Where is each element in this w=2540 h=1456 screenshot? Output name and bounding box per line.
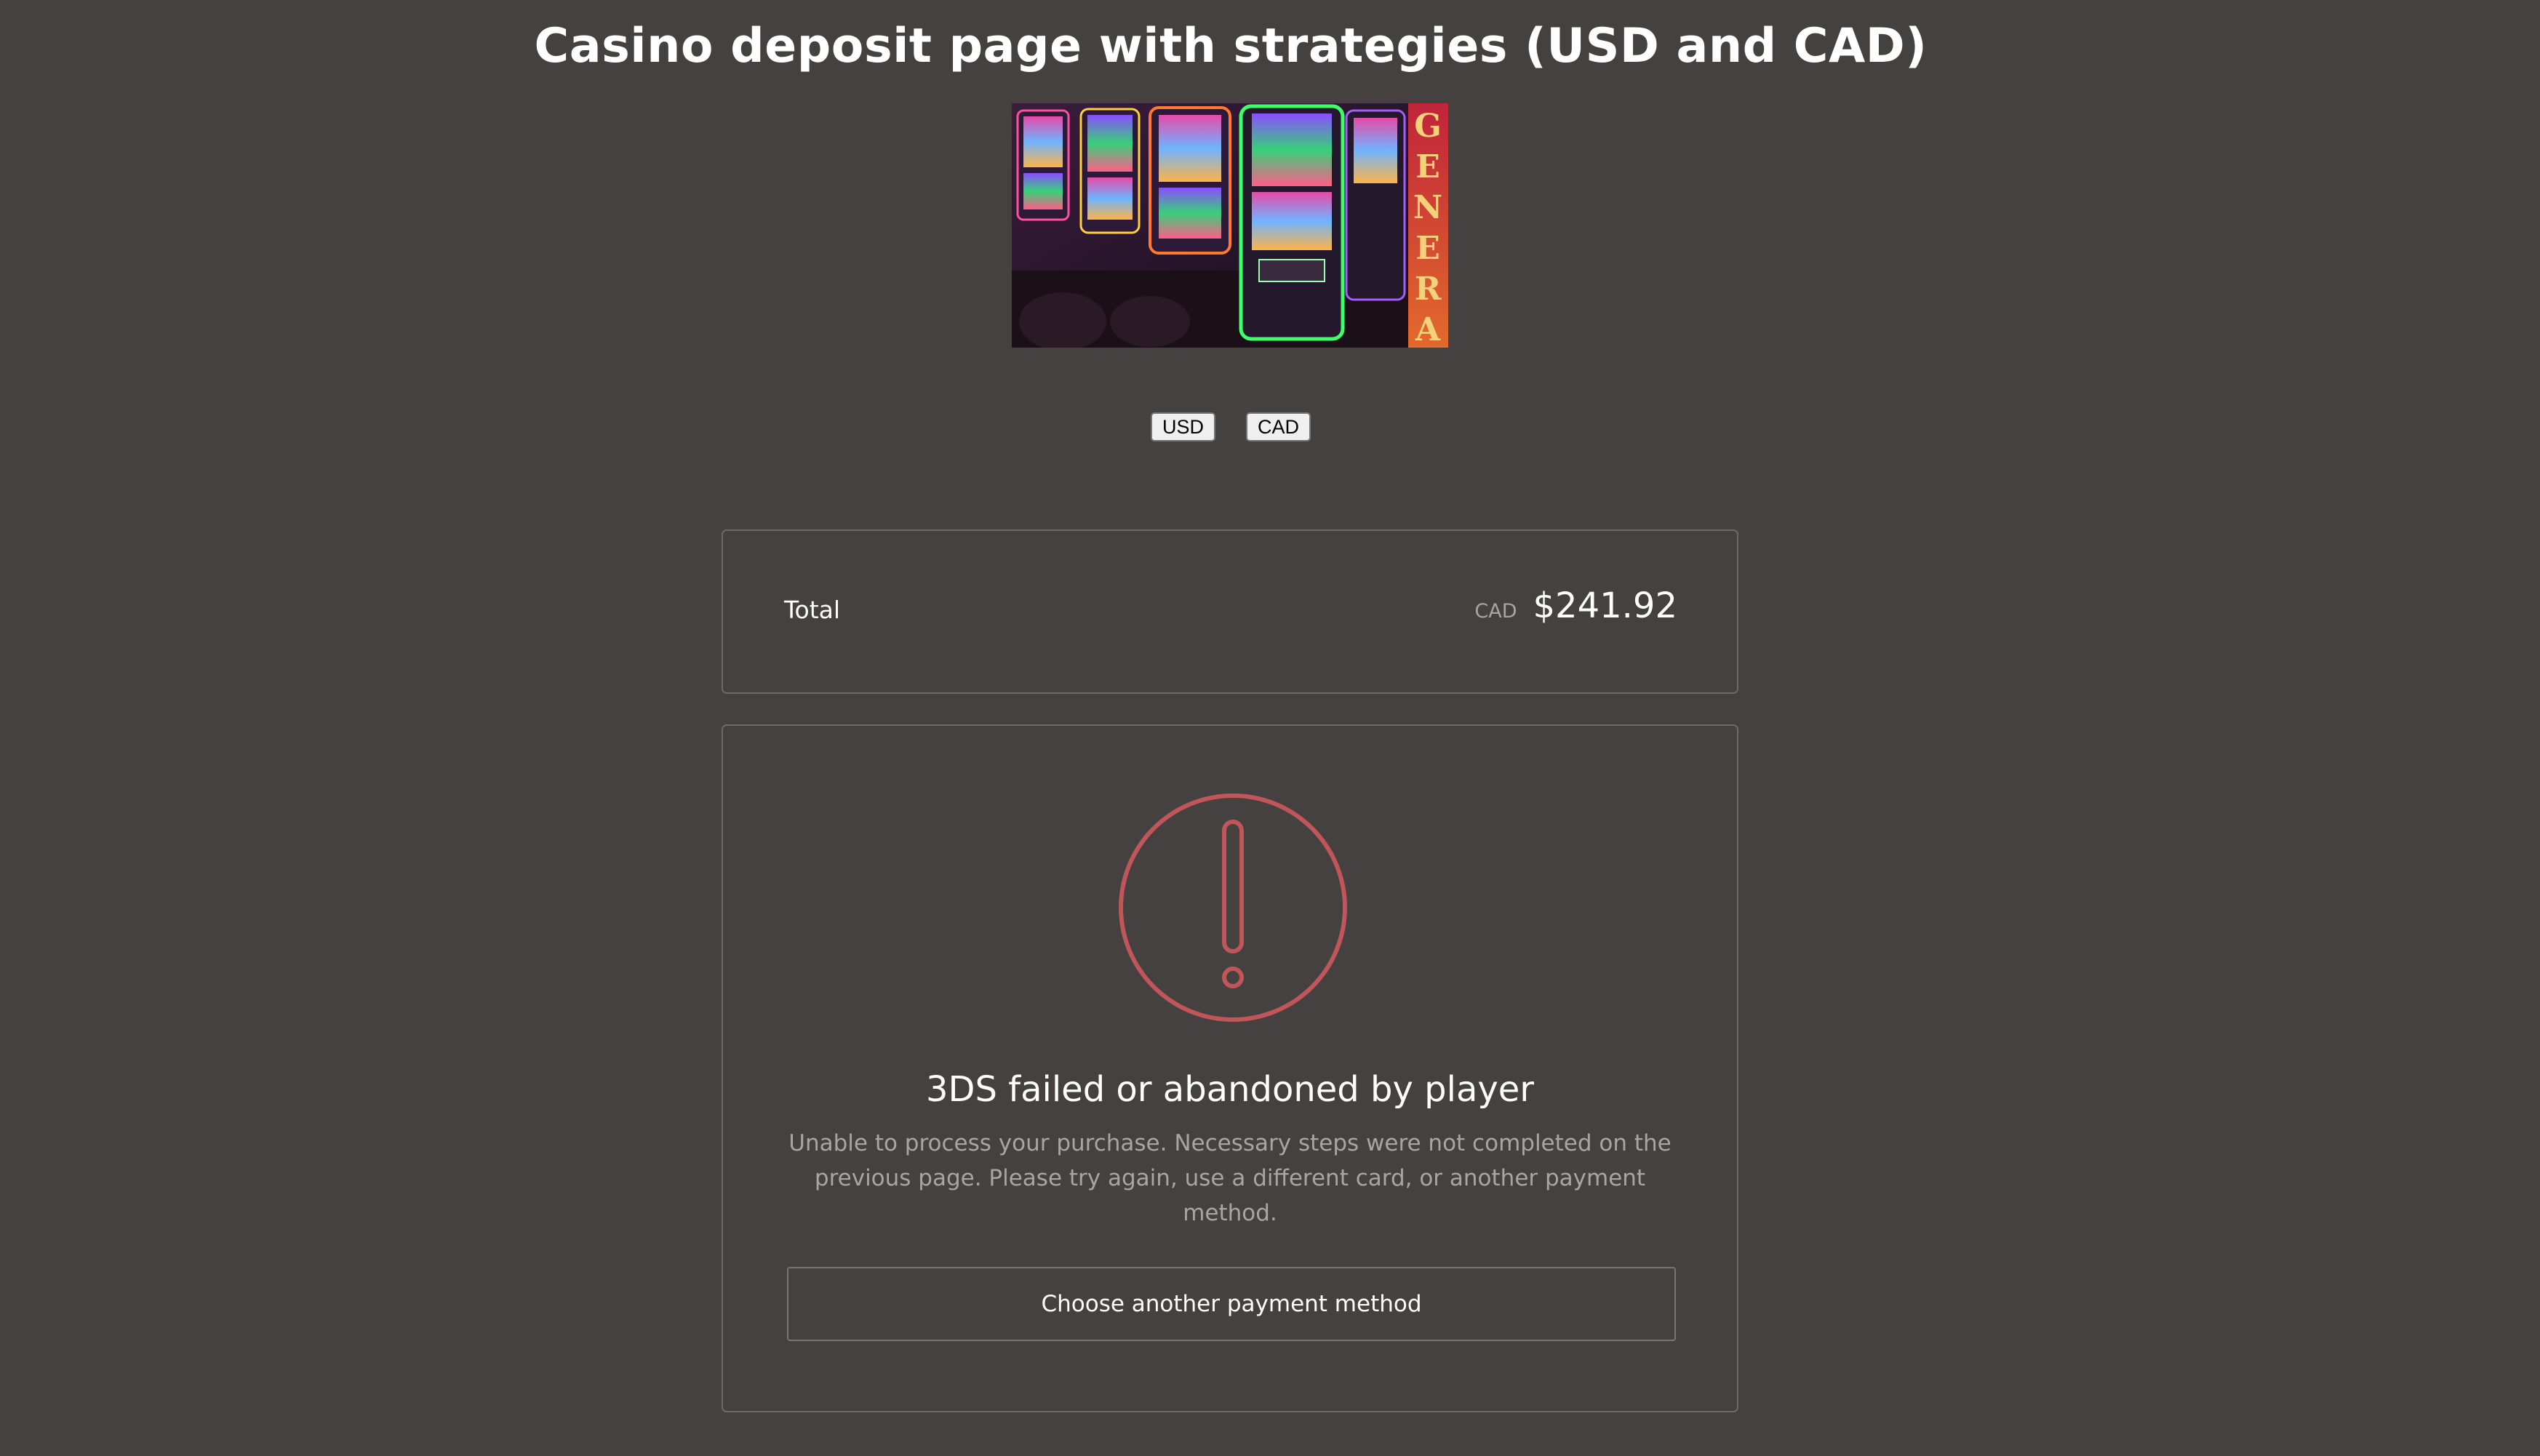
- total-label: Total: [784, 596, 841, 624]
- total-amount: $241.92: [1533, 585, 1678, 626]
- error-title: 3DS failed or abandoned by player: [925, 1069, 1535, 1110]
- currency-toggle: USD CAD: [0, 412, 2461, 441]
- error-description: Unable to process your purchase. Necessa…: [788, 1130, 1672, 1226]
- svg-text:G: G: [1414, 108, 1442, 145]
- svg-text:E: E: [1415, 148, 1440, 185]
- page-title: Casino deposit page with strategies (USD…: [534, 19, 1928, 73]
- choose-another-payment-method-button[interactable]: Choose another payment method: [787, 1267, 1676, 1341]
- deposit-page: Casino deposit page with strategies (USD…: [0, 0, 2540, 1456]
- cad-button[interactable]: CAD: [1246, 412, 1311, 441]
- order-total-card: Total CAD $241.92: [722, 529, 1738, 694]
- svg-text:E: E: [1415, 230, 1440, 267]
- svg-text:R: R: [1415, 271, 1442, 308]
- casino-slot-machines-image: G E N E R A: [1012, 103, 1448, 348]
- total-currency: CAD: [1474, 600, 1517, 623]
- svg-text:A: A: [1415, 311, 1441, 348]
- payment-error-card: 3DS failed or abandoned by player Unable…: [722, 724, 1738, 1412]
- usd-button[interactable]: USD: [1150, 412, 1215, 441]
- total-value: CAD $241.92: [1474, 585, 1677, 626]
- svg-text:N: N: [1413, 189, 1442, 226]
- exclamation-circle-icon: [1117, 791, 1349, 1024]
